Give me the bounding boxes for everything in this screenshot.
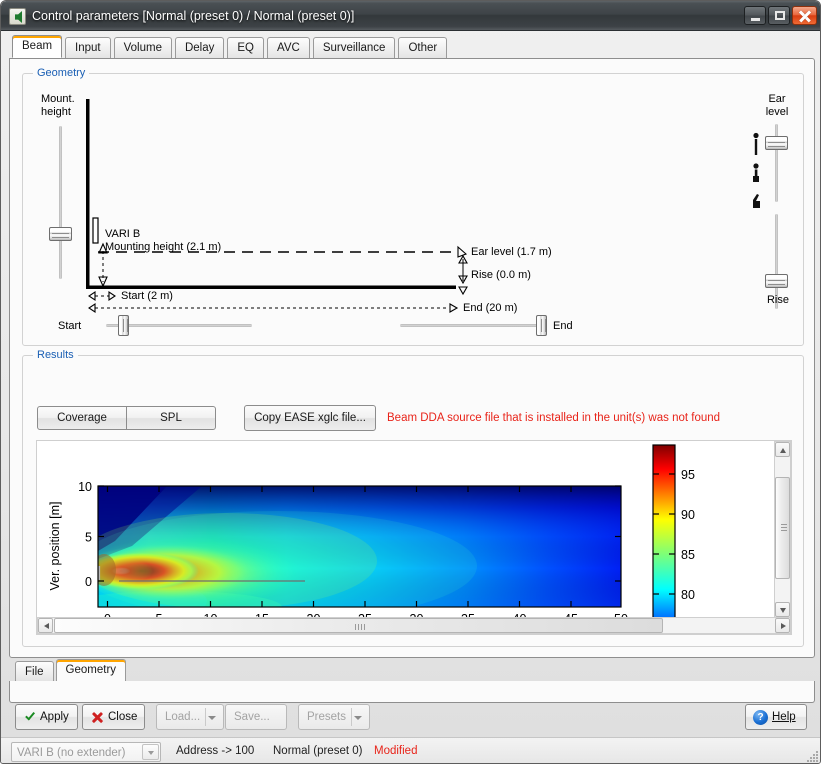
tab-volume[interactable]: Volume	[113, 37, 172, 58]
start-slider-thumb[interactable]	[118, 315, 129, 336]
svg-text:10: 10	[78, 480, 92, 494]
end-slider-track[interactable]	[400, 324, 546, 327]
plot-vertical-scrollbar[interactable]	[774, 441, 791, 618]
status-bar: VARI B (no extender) Address -> 100 Norm…	[1, 737, 820, 763]
resize-grip[interactable]	[807, 751, 819, 763]
load-button[interactable]: Load...	[156, 704, 224, 730]
close-button-label: Close	[108, 711, 138, 723]
tab-input[interactable]: Input	[65, 37, 111, 58]
tab-delay[interactable]: Delay	[174, 37, 225, 58]
start-slider-label: Start	[58, 320, 82, 332]
bottom-tab-panel	[9, 681, 815, 703]
device-combobox-value: VARI B (no extender)	[17, 747, 126, 759]
load-button-label: Load...	[165, 711, 201, 723]
vertical-scroll-thumb[interactable]	[775, 477, 790, 579]
minimize-button[interactable]	[744, 6, 766, 25]
preset-status: Normal (preset 0)	[273, 745, 363, 757]
main-tabstrip: Beam Input Volume Delay EQ AVC Surveilla…	[12, 35, 450, 59]
close-window-button[interactable]	[792, 6, 817, 25]
colorbar: 95 90 85 80 75 70	[652, 444, 695, 619]
geometry-group: Geometry Mount. height Ear level Rise VA…	[22, 67, 804, 346]
ear-level-annotation: Ear level (1.7 m)	[471, 246, 552, 258]
bottom-tabstrip: File Geometry	[15, 659, 128, 682]
help-button-label: Help	[772, 711, 796, 723]
tab-other[interactable]: Other	[398, 37, 448, 58]
help-button[interactable]: ? Help	[745, 704, 807, 730]
spl-heatmap-figure: 0 5 10 15 20 25 30 35 40 45 50 10 5 0 Ve…	[48, 444, 695, 619]
device-combobox[interactable]: VARI B (no extender)	[11, 742, 161, 762]
presets-button[interactable]: Presets	[298, 704, 370, 730]
tab-surveillance[interactable]: Surveillance	[312, 37, 396, 58]
application-window: Control parameters [Normal (preset 0) / …	[0, 0, 821, 764]
title-bar: Control parameters [Normal (preset 0) / …	[1, 1, 820, 31]
tab-eq[interactable]: EQ	[227, 37, 265, 58]
tab-beam[interactable]: Beam	[12, 35, 63, 58]
save-button-label: Save...	[234, 711, 270, 723]
scroll-down-button[interactable]	[775, 602, 790, 617]
svg-text:80: 80	[681, 588, 695, 602]
svg-text:5: 5	[85, 531, 92, 545]
chevron-down-icon	[208, 716, 216, 720]
close-button[interactable]: Close	[82, 704, 145, 730]
start-annotation: Start (2 m)	[121, 290, 173, 302]
chevron-down-icon[interactable]	[142, 744, 159, 760]
svg-text:90: 90	[681, 508, 695, 522]
svg-text:95: 95	[681, 468, 695, 482]
mounting-height-label: Mounting height (2.1 m)	[105, 241, 222, 253]
results-group-label: Results	[33, 349, 78, 361]
speaker-icon	[9, 8, 26, 25]
plot-horizontal-scrollbar[interactable]	[37, 617, 791, 634]
beam-tab-page: Geometry Mount. height Ear level Rise VA…	[9, 58, 815, 658]
tab-avc[interactable]: AVC	[267, 37, 310, 58]
apply-button-label: Apply	[40, 711, 69, 723]
check-icon	[24, 711, 36, 723]
window-title: Control parameters [Normal (preset 0) / …	[32, 9, 355, 23]
bottom-tab-file[interactable]: File	[15, 661, 54, 681]
warning-message: Beam DDA source file that is installed i…	[387, 412, 721, 424]
coverage-button[interactable]: Coverage	[37, 406, 127, 430]
bottom-tab-geometry[interactable]: Geometry	[55, 659, 127, 681]
rise-annotation: Rise (0.0 m)	[471, 269, 531, 281]
end-slider-label: End	[553, 320, 573, 332]
x-icon	[91, 711, 103, 723]
save-button[interactable]: Save...	[225, 704, 287, 730]
coverage-plot: 0 5 10 15 20 25 30 35 40 45 50 10 5 0 Ve…	[37, 441, 777, 619]
y-axis-title: Ver. position [m]	[48, 502, 62, 591]
coverage-plot-viewport: 0 5 10 15 20 25 30 35 40 45 50 10 5 0 Ve…	[36, 440, 792, 635]
scroll-right-button[interactable]	[775, 618, 790, 633]
geometry-diagram	[86, 99, 468, 314]
end-slider-thumb[interactable]	[536, 315, 547, 336]
copy-ease-xglc-button[interactable]: Copy EASE xglc file...	[244, 405, 376, 431]
maximize-button[interactable]	[768, 6, 790, 25]
presets-button-label: Presets	[307, 711, 346, 723]
spl-button[interactable]: SPL	[126, 406, 216, 430]
results-group: Results Coverage SPL Copy EASE xglc file…	[22, 349, 804, 647]
scroll-up-button[interactable]	[775, 442, 790, 457]
modified-status: Modified	[374, 745, 418, 757]
end-annotation: End (20 m)	[463, 302, 518, 314]
svg-text:85: 85	[681, 548, 695, 562]
chevron-down-icon	[354, 716, 362, 720]
device-name-label: VARI B	[105, 228, 141, 240]
help-icon: ?	[753, 710, 768, 725]
svg-text:0: 0	[85, 575, 92, 589]
address-status: Address -> 100	[176, 745, 255, 757]
scroll-left-button[interactable]	[38, 618, 53, 633]
apply-button[interactable]: Apply	[15, 704, 78, 730]
horizontal-scroll-thumb[interactable]	[54, 618, 663, 633]
